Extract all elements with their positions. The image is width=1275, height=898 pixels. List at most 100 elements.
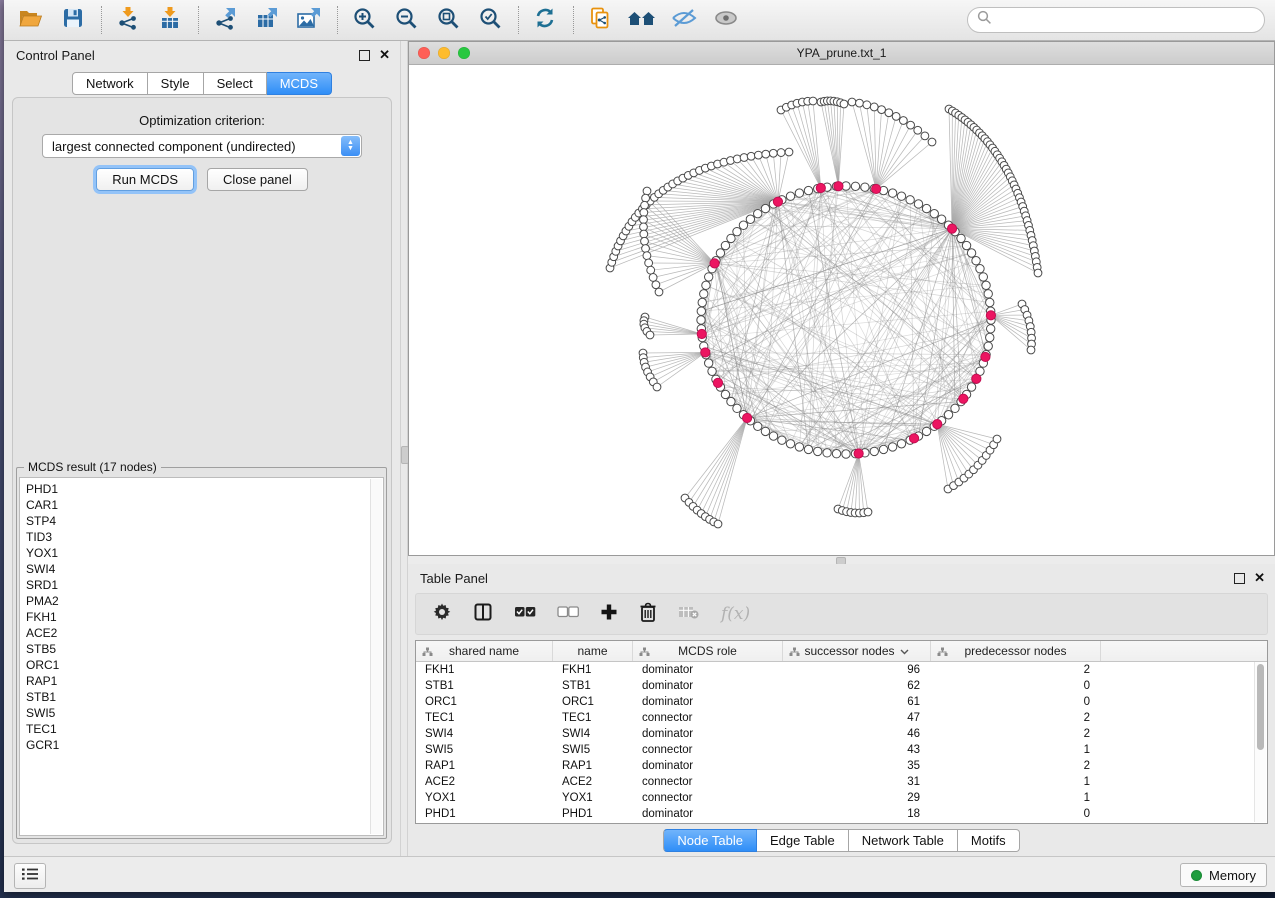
network-node[interactable] <box>640 216 648 224</box>
mcds-result-item[interactable]: GCR1 <box>26 737 59 753</box>
network-node[interactable] <box>809 97 817 105</box>
close-panel-icon[interactable]: ✕ <box>379 50 390 60</box>
mcds-dominator-node[interactable] <box>743 413 752 422</box>
column-header-shared-name[interactable]: shared name <box>416 641 553 661</box>
float-panel-icon[interactable] <box>1234 573 1245 584</box>
network-node[interactable] <box>704 273 712 281</box>
network-node[interactable] <box>655 288 663 296</box>
network-node[interactable] <box>714 520 722 528</box>
close-panel-icon[interactable]: ✕ <box>1254 573 1265 583</box>
network-node[interactable] <box>864 508 872 516</box>
network-node[interactable] <box>986 325 994 333</box>
search-box[interactable] <box>967 7 1265 33</box>
network-node[interactable] <box>727 234 735 242</box>
export-image-button[interactable] <box>292 4 326 36</box>
network-node[interactable] <box>921 132 929 140</box>
network-node[interactable] <box>769 149 777 157</box>
network-node[interactable] <box>979 273 987 281</box>
show-column-button[interactable] <box>473 602 493 627</box>
network-node[interactable] <box>733 404 741 412</box>
tab-node-table[interactable]: Node Table <box>663 829 757 852</box>
network-node[interactable] <box>747 152 755 160</box>
column-header-name[interactable]: name <box>553 641 633 661</box>
mcds-result-item[interactable]: RAP1 <box>26 673 59 689</box>
network-node[interactable] <box>777 149 785 157</box>
network-node[interactable] <box>972 257 980 265</box>
network-node[interactable] <box>892 112 900 120</box>
network-node[interactable] <box>746 215 754 223</box>
tab-edge-table[interactable]: Edge Table <box>757 829 849 852</box>
mcds-dominator-node[interactable] <box>909 434 918 443</box>
export-network-button[interactable] <box>208 4 242 36</box>
network-node[interactable] <box>640 209 648 217</box>
mcds-dominator-node[interactable] <box>981 352 990 361</box>
network-node[interactable] <box>1034 269 1042 277</box>
table-options-button[interactable] <box>432 602 452 627</box>
mcds-dominator-node[interactable] <box>972 374 981 383</box>
mcds-result-item[interactable]: YOX1 <box>26 545 59 561</box>
column-header-MCDS-role[interactable]: MCDS role <box>633 641 783 661</box>
network-node[interactable] <box>795 443 803 451</box>
network-node[interactable] <box>740 154 748 162</box>
network-node[interactable] <box>762 150 770 158</box>
network-node[interactable] <box>967 383 975 391</box>
network-node[interactable] <box>993 435 1001 443</box>
network-node[interactable] <box>984 290 992 298</box>
network-node[interactable] <box>930 209 938 217</box>
network-node[interactable] <box>976 265 984 273</box>
mcds-result-item[interactable]: STP4 <box>26 513 59 529</box>
hide-selected-button[interactable] <box>667 4 701 36</box>
mcds-dominator-node[interactable] <box>986 311 995 320</box>
network-node[interactable] <box>823 449 831 457</box>
network-node[interactable] <box>727 397 735 405</box>
network-node[interactable] <box>1027 346 1035 354</box>
mcds-result-item[interactable]: STB5 <box>26 641 59 657</box>
table-row[interactable]: ORC1ORC1dominator610 <box>416 694 1267 710</box>
mcds-dominator-node[interactable] <box>713 378 722 387</box>
mcds-dominator-node[interactable] <box>773 197 782 206</box>
deselect-all-columns-button[interactable] <box>557 605 579 624</box>
close-panel-button[interactable]: Close panel <box>207 168 308 191</box>
mcds-result-item[interactable]: PMA2 <box>26 593 59 609</box>
network-node[interactable] <box>856 99 864 107</box>
table-row[interactable]: ACE2ACE2connector311 <box>416 774 1267 790</box>
horizontal-splitter[interactable] <box>408 556 1275 564</box>
mcds-result-item[interactable]: SWI4 <box>26 561 59 577</box>
import-table-button[interactable] <box>153 4 187 36</box>
save-session-button[interactable] <box>56 4 90 36</box>
network-node[interactable] <box>814 447 822 455</box>
network-node[interactable] <box>739 221 747 229</box>
network-node[interactable] <box>899 117 907 125</box>
network-node[interactable] <box>907 121 915 129</box>
network-node[interactable] <box>754 151 762 159</box>
network-node[interactable] <box>652 281 660 289</box>
refresh-button[interactable] <box>528 4 562 36</box>
network-node[interactable] <box>804 445 812 453</box>
network-node[interactable] <box>700 290 708 298</box>
network-node[interactable] <box>697 316 705 324</box>
table-row[interactable]: RAP1RAP1dominator352 <box>416 758 1267 774</box>
tab-network-table[interactable]: Network Table <box>849 829 958 852</box>
mcds-result-item[interactable]: ORC1 <box>26 657 59 673</box>
network-node[interactable] <box>786 192 794 200</box>
network-window-titlebar[interactable]: YPA_prune.txt_1 <box>409 42 1274 65</box>
mcds-result-item[interactable]: ACE2 <box>26 625 59 641</box>
network-node[interactable] <box>984 342 992 350</box>
network-node[interactable] <box>982 281 990 289</box>
zoom-selected-button[interactable] <box>473 4 507 36</box>
optimization-criterion-select[interactable]: largest connected component (undirected)… <box>42 134 362 158</box>
table-row[interactable]: SWI4SWI4dominator462 <box>416 726 1267 742</box>
column-header-successor-nodes[interactable]: successor nodes <box>783 641 931 661</box>
show-panels-button[interactable] <box>14 863 46 889</box>
network-node[interactable] <box>861 183 869 191</box>
network-node[interactable] <box>761 204 769 212</box>
table-row[interactable]: STB1STB1dominator620 <box>416 678 1267 694</box>
network-node[interactable] <box>721 241 729 249</box>
first-neighbors-button[interactable] <box>625 4 659 36</box>
mcds-list-scrollbar[interactable] <box>370 479 382 834</box>
network-node[interactable] <box>769 432 777 440</box>
network-node[interactable] <box>646 331 654 339</box>
network-node[interactable] <box>721 390 729 398</box>
network-node[interactable] <box>647 266 655 274</box>
network-node[interactable] <box>754 209 762 217</box>
